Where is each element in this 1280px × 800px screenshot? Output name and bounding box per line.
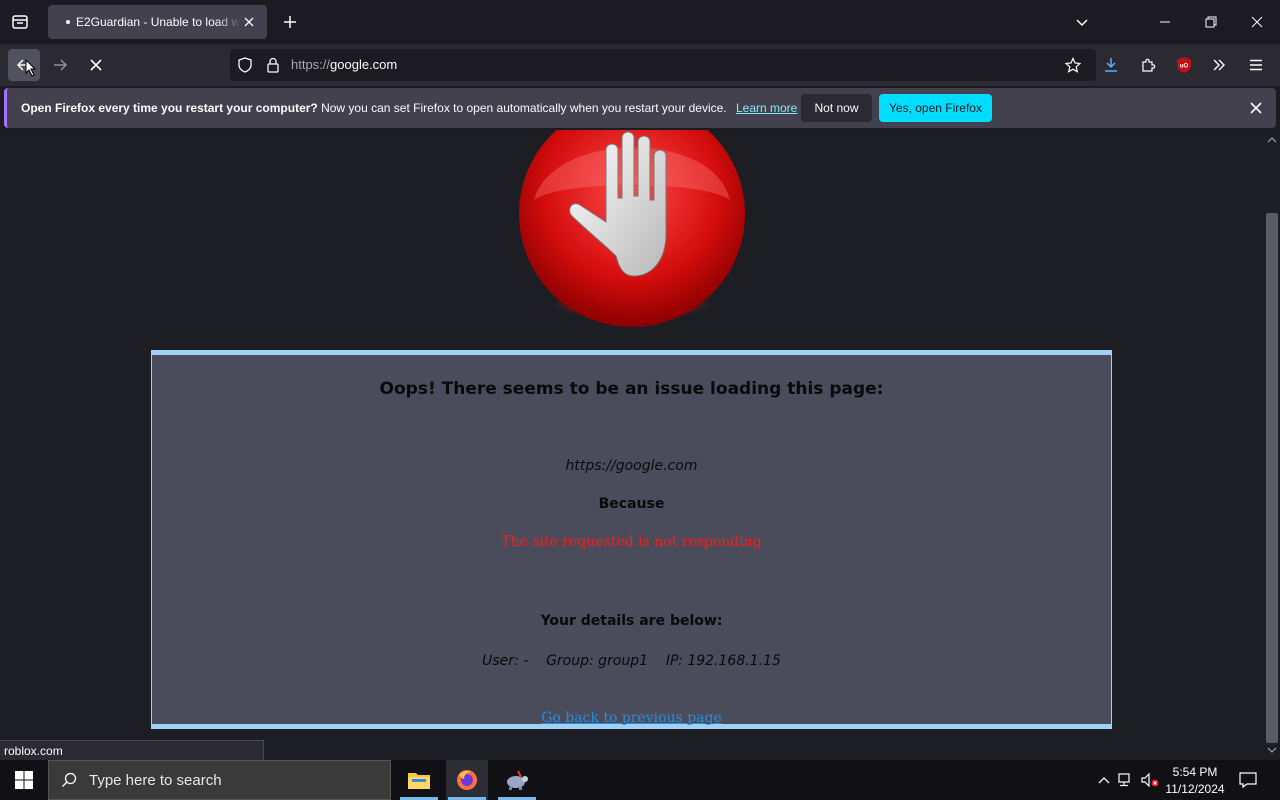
- error-heading: Oops! There seems to be an issue loading…: [379, 379, 884, 399]
- because-label: Because: [598, 496, 665, 512]
- error-reason: The site requested is not responding: [501, 534, 762, 550]
- scroll-thumb[interactable]: [1266, 213, 1278, 743]
- stop-loading-button[interactable]: [80, 49, 112, 81]
- firefox-icon: [457, 770, 477, 790]
- taskbar-search-box[interactable]: Type here to search: [48, 760, 391, 800]
- error-message-box: Oops! There seems to be an issue loading…: [151, 350, 1112, 729]
- url-bar[interactable]: https://google.com: [230, 49, 1096, 81]
- requested-url: https://google.com: [565, 458, 698, 474]
- loading-dot-icon: [66, 20, 70, 24]
- page-content: Oops! There seems to be an issue loading…: [0, 130, 1264, 760]
- scroll-up-icon[interactable]: [1267, 136, 1277, 144]
- more-tools-chevron-icon[interactable]: [1208, 54, 1230, 76]
- tab-close-icon[interactable]: [241, 14, 257, 30]
- show-hidden-icons-chevron-icon[interactable]: [1094, 760, 1114, 800]
- windows-logo-icon: [15, 771, 33, 789]
- clock-date: 11/12/2024: [1165, 782, 1225, 796]
- url-scheme: https://: [291, 57, 331, 72]
- bookmark-star-icon[interactable]: [1064, 56, 1082, 74]
- system-clock[interactable]: 5:54 PM 11/12/2024: [1162, 764, 1228, 798]
- start-button[interactable]: [0, 760, 48, 800]
- network-icon[interactable]: [1116, 760, 1136, 800]
- yes-open-firefox-button[interactable]: Yes, open Firefox: [879, 94, 992, 122]
- list-all-tabs-icon[interactable]: [1072, 12, 1092, 32]
- ublock-origin-icon[interactable]: uO: [1173, 54, 1195, 76]
- firefox-view-icon[interactable]: [10, 12, 30, 32]
- learn-more-link[interactable]: Learn more: [736, 101, 797, 115]
- stop-x-icon: [90, 59, 102, 71]
- restore-icon[interactable]: [1201, 12, 1221, 32]
- notification-bar: Open Firefox every time you restart your…: [4, 88, 1276, 128]
- search-icon: [62, 772, 77, 787]
- notification-close-icon[interactable]: [1248, 100, 1264, 116]
- folder-icon: [408, 773, 430, 789]
- close-window-icon[interactable]: [1247, 12, 1267, 32]
- tab-strip: E2Guardian - Unable to load web page: [0, 0, 1280, 44]
- tracking-protection-shield-icon[interactable]: [236, 56, 254, 74]
- tab-title: E2Guardian - Unable to load web page: [76, 15, 241, 29]
- not-now-button[interactable]: Not now: [801, 94, 872, 122]
- details-heading: Your details are below:: [540, 613, 723, 629]
- notification-message: Open Firefox every time you restart your…: [21, 101, 797, 115]
- status-link-preview: roblox.com: [0, 740, 264, 761]
- notification-bold-text: Open Firefox every time you restart your…: [21, 101, 318, 115]
- forward-button[interactable]: [44, 49, 76, 81]
- windows-taskbar: Type here to search 5:54 PM 11/12/2024: [0, 760, 1280, 800]
- app-menu-hamburger-icon[interactable]: [1245, 54, 1267, 76]
- downloads-icon[interactable]: [1100, 54, 1122, 76]
- forward-arrow-icon: [54, 59, 68, 71]
- notification-center-icon[interactable]: [1234, 760, 1262, 800]
- new-tab-icon[interactable]: [280, 12, 300, 32]
- scroll-down-icon[interactable]: [1267, 746, 1277, 754]
- svg-text:uO: uO: [1180, 64, 1189, 70]
- tortoise-app-icon: [507, 770, 528, 790]
- clock-time: 5:54 PM: [1172, 765, 1218, 779]
- firefox-app[interactable]: [446, 760, 488, 800]
- stop-hand-icon: [519, 130, 745, 327]
- volume-muted-icon[interactable]: [1140, 760, 1160, 800]
- search-placeholder: Type here to search: [89, 771, 222, 789]
- url-text[interactable]: https://google.com: [291, 57, 397, 72]
- lock-icon[interactable]: [264, 56, 282, 74]
- app-unknown-tortoise[interactable]: [496, 760, 538, 800]
- user-details-line: User: - Group: group1 IP: 192.168.1.15: [482, 653, 781, 669]
- url-host: google.com: [330, 57, 398, 72]
- extensions-puzzle-icon[interactable]: [1137, 54, 1159, 76]
- page-scrollbar[interactable]: [1264, 130, 1280, 760]
- tab-e2guardian[interactable]: E2Guardian - Unable to load web page: [48, 5, 267, 39]
- navigation-toolbar: https://google.com uO: [0, 44, 1280, 86]
- mouse-cursor-icon: [24, 58, 38, 78]
- file-explorer-app[interactable]: [398, 760, 440, 800]
- minimize-icon[interactable]: [1155, 12, 1175, 32]
- go-back-link[interactable]: Go back to previous page: [152, 710, 1111, 726]
- notification-body-text: Now you can set Firefox to open automati…: [321, 101, 727, 115]
